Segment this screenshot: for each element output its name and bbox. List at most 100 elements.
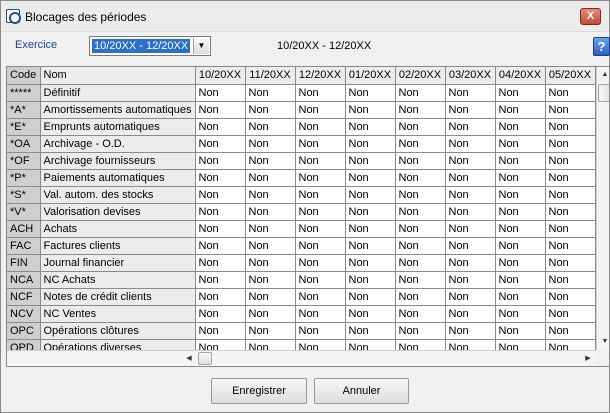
lock-status-cell[interactable]: Non bbox=[495, 135, 546, 153]
row-code[interactable]: *OA bbox=[7, 135, 41, 153]
lock-status-cell[interactable]: Non bbox=[445, 186, 496, 204]
lock-status-cell[interactable]: Non bbox=[445, 135, 496, 153]
lock-status-cell[interactable]: Non bbox=[195, 118, 246, 136]
row-code[interactable]: NCA bbox=[7, 271, 41, 289]
lock-status-cell[interactable]: Non bbox=[395, 101, 446, 119]
row-name[interactable]: Définitif bbox=[40, 84, 196, 102]
lock-status-cell[interactable]: Non bbox=[395, 305, 446, 323]
row-code[interactable]: *S* bbox=[7, 186, 41, 204]
lock-status-cell[interactable]: Non bbox=[295, 84, 346, 102]
lock-status-cell[interactable]: Non bbox=[195, 84, 246, 102]
lock-status-cell[interactable]: Non bbox=[195, 322, 246, 340]
column-header-code[interactable]: Code bbox=[7, 67, 41, 85]
lock-status-cell[interactable]: Non bbox=[245, 305, 296, 323]
row-code[interactable]: NCF bbox=[7, 288, 41, 306]
lock-status-cell[interactable]: Non bbox=[245, 288, 296, 306]
lock-status-cell[interactable]: Non bbox=[545, 186, 596, 204]
lock-status-cell[interactable]: Non bbox=[245, 84, 296, 102]
lock-status-cell[interactable]: Non bbox=[395, 135, 446, 153]
scroll-left-icon[interactable]: ◀ bbox=[181, 351, 197, 366]
row-code[interactable]: OPC bbox=[7, 322, 41, 340]
lock-status-cell[interactable]: Non bbox=[345, 220, 396, 238]
lock-status-cell[interactable]: Non bbox=[345, 271, 396, 289]
row-code[interactable]: FIN bbox=[7, 254, 41, 272]
lock-status-cell[interactable]: Non bbox=[345, 203, 396, 221]
lock-status-cell[interactable]: Non bbox=[495, 322, 546, 340]
lock-status-cell[interactable]: Non bbox=[295, 135, 346, 153]
vertical-scroll-thumb[interactable] bbox=[598, 84, 609, 102]
lock-status-cell[interactable]: Non bbox=[495, 169, 546, 187]
lock-status-cell[interactable]: Non bbox=[295, 322, 346, 340]
lock-status-cell[interactable]: Non bbox=[195, 254, 246, 272]
lock-status-cell[interactable]: Non bbox=[245, 169, 296, 187]
lock-status-cell[interactable]: Non bbox=[445, 271, 496, 289]
lock-status-cell[interactable]: Non bbox=[195, 169, 246, 187]
lock-status-cell[interactable]: Non bbox=[295, 152, 346, 170]
lock-status-cell[interactable]: Non bbox=[245, 186, 296, 204]
lock-status-cell[interactable]: Non bbox=[345, 135, 396, 153]
lock-status-cell[interactable]: Non bbox=[495, 288, 546, 306]
row-name[interactable]: Achats bbox=[40, 220, 196, 238]
lock-status-cell[interactable]: Non bbox=[295, 288, 346, 306]
close-button[interactable]: X bbox=[580, 8, 601, 25]
lock-status-cell[interactable]: Non bbox=[195, 186, 246, 204]
column-header-period[interactable]: 11/20XX bbox=[245, 67, 296, 85]
scroll-down-icon[interactable]: ▼ bbox=[597, 334, 609, 350]
lock-status-cell[interactable]: Non bbox=[495, 271, 546, 289]
lock-status-cell[interactable]: Non bbox=[545, 305, 596, 323]
lock-status-cell[interactable]: Non bbox=[445, 152, 496, 170]
lock-status-cell[interactable]: Non bbox=[545, 288, 596, 306]
lock-status-cell[interactable]: Non bbox=[345, 254, 396, 272]
lock-status-cell[interactable]: Non bbox=[295, 169, 346, 187]
lock-status-cell[interactable]: Non bbox=[395, 254, 446, 272]
lock-status-cell[interactable]: Non bbox=[345, 237, 396, 255]
lock-status-cell[interactable]: Non bbox=[495, 305, 546, 323]
lock-status-cell[interactable]: Non bbox=[245, 152, 296, 170]
lock-status-cell[interactable]: Non bbox=[295, 305, 346, 323]
horizontal-scrollbar[interactable]: ◀ ▶ bbox=[7, 350, 596, 366]
row-name[interactable]: Val. autom. des stocks bbox=[40, 186, 196, 204]
lock-status-cell[interactable]: Non bbox=[395, 220, 446, 238]
lock-status-cell[interactable]: Non bbox=[295, 220, 346, 238]
lock-status-cell[interactable]: Non bbox=[545, 118, 596, 136]
row-code[interactable]: *P* bbox=[7, 169, 41, 187]
row-code[interactable]: *E* bbox=[7, 118, 41, 136]
lock-status-cell[interactable]: Non bbox=[395, 186, 446, 204]
scroll-right-icon[interactable]: ▶ bbox=[580, 351, 596, 366]
lock-status-cell[interactable]: Non bbox=[195, 237, 246, 255]
lock-status-cell[interactable]: Non bbox=[245, 271, 296, 289]
lock-status-cell[interactable]: Non bbox=[395, 203, 446, 221]
lock-status-cell[interactable]: Non bbox=[245, 237, 296, 255]
lock-status-cell[interactable]: Non bbox=[245, 135, 296, 153]
lock-status-cell[interactable]: Non bbox=[545, 322, 596, 340]
lock-status-cell[interactable]: Non bbox=[445, 220, 496, 238]
lock-status-cell[interactable]: Non bbox=[245, 203, 296, 221]
lock-status-cell[interactable]: Non bbox=[495, 237, 546, 255]
lock-status-cell[interactable]: Non bbox=[195, 305, 246, 323]
lock-status-cell[interactable]: Non bbox=[195, 288, 246, 306]
lock-status-cell[interactable]: Non bbox=[195, 135, 246, 153]
lock-status-cell[interactable]: Non bbox=[445, 118, 496, 136]
row-name[interactable]: NC Achats bbox=[40, 271, 196, 289]
lock-status-cell[interactable]: Non bbox=[445, 288, 496, 306]
lock-status-cell[interactable]: Non bbox=[545, 169, 596, 187]
lock-status-cell[interactable]: Non bbox=[295, 254, 346, 272]
lock-status-cell[interactable]: Non bbox=[295, 118, 346, 136]
lock-status-cell[interactable]: Non bbox=[445, 305, 496, 323]
lock-status-cell[interactable]: Non bbox=[345, 101, 396, 119]
row-name[interactable]: Notes de crédit clients bbox=[40, 288, 196, 306]
lock-status-cell[interactable]: Non bbox=[345, 322, 396, 340]
lock-status-cell[interactable]: Non bbox=[245, 254, 296, 272]
lock-status-cell[interactable]: Non bbox=[395, 237, 446, 255]
help-icon[interactable]: ? bbox=[593, 37, 610, 56]
lock-status-cell[interactable]: Non bbox=[495, 203, 546, 221]
lock-status-cell[interactable]: Non bbox=[295, 101, 346, 119]
lock-status-cell[interactable]: Non bbox=[245, 101, 296, 119]
lock-status-cell[interactable]: Non bbox=[395, 322, 446, 340]
lock-status-cell[interactable]: Non bbox=[545, 101, 596, 119]
lock-status-cell[interactable]: Non bbox=[345, 118, 396, 136]
column-header-period[interactable]: 03/20XX bbox=[445, 67, 496, 85]
lock-status-cell[interactable]: Non bbox=[345, 186, 396, 204]
lock-status-cell[interactable]: Non bbox=[195, 203, 246, 221]
row-name[interactable]: Emprunts automatiques bbox=[40, 118, 196, 136]
